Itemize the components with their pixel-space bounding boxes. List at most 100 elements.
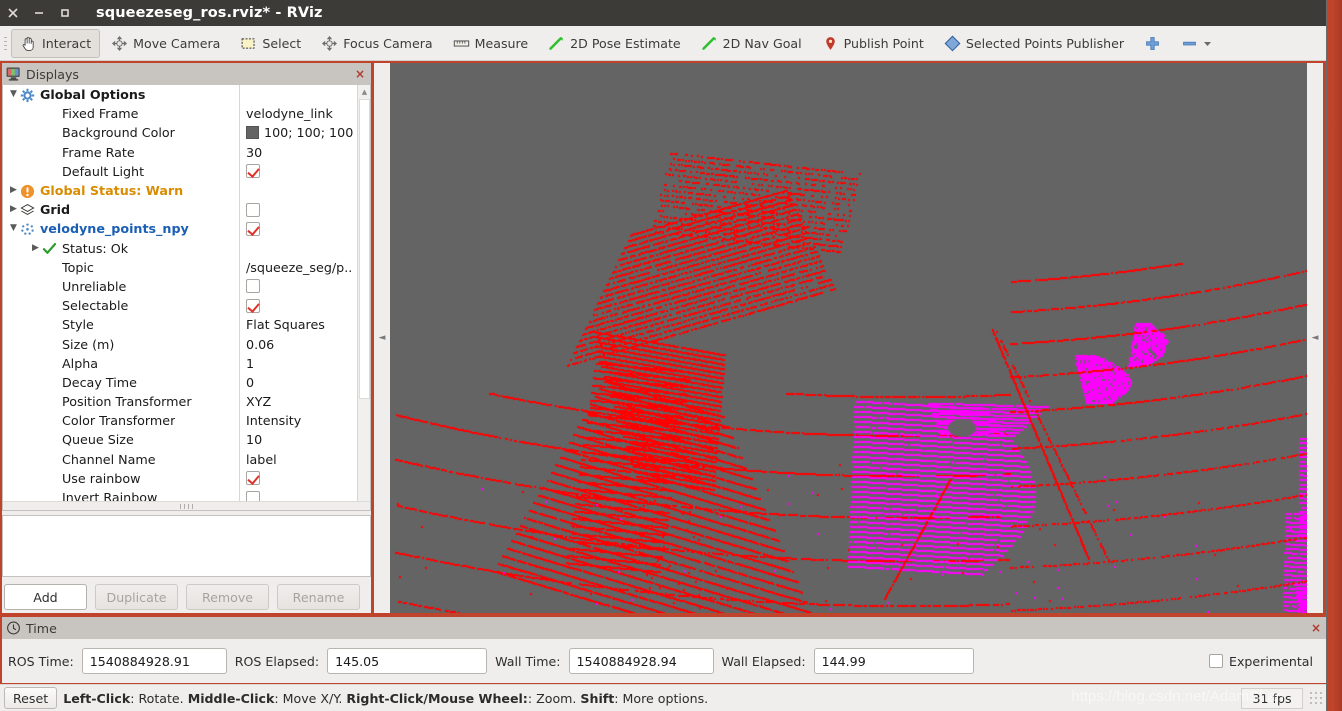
chevron-down-icon[interactable]: ▼	[7, 222, 20, 235]
display-row-fixed-frame[interactable]: Fixed Frame velodyne_link	[3, 104, 370, 124]
rename-button[interactable]: Rename	[277, 584, 360, 610]
display-row-value[interactable]: Flat Squares	[239, 315, 370, 335]
color-swatch[interactable]	[246, 126, 259, 140]
tool-publish-point[interactable]: Publish Point	[813, 29, 933, 58]
display-row-value[interactable]: 1	[239, 353, 370, 373]
collapse-right-handle[interactable]: ◄	[1307, 63, 1323, 613]
resize-grip[interactable]	[1309, 691, 1323, 705]
experimental-checkbox[interactable]	[1209, 654, 1224, 668]
close-icon[interactable]: ×	[353, 67, 367, 81]
checkbox[interactable]	[246, 279, 260, 294]
display-row-queue-size[interactable]: Queue Size 10	[3, 430, 370, 450]
display-row-alpha[interactable]: Alpha 1	[3, 353, 370, 373]
experimental-checkbox-group[interactable]: Experimental	[1209, 654, 1321, 669]
checkbox[interactable]	[246, 202, 260, 217]
display-row-channel-name[interactable]: Channel Name label	[3, 449, 370, 469]
display-row-value[interactable]	[239, 468, 370, 488]
no-icon	[42, 260, 57, 274]
display-row-decay-time[interactable]: Decay Time 0	[3, 372, 370, 392]
checkbox[interactable]	[246, 221, 260, 236]
display-row-value	[239, 238, 370, 258]
display-row-value[interactable]: 100; 100; 100	[239, 123, 370, 143]
display-row-value	[239, 85, 370, 105]
tool-measure[interactable]: Measure	[444, 29, 538, 58]
3d-render-view[interactable]	[390, 63, 1307, 613]
ros-time-input[interactable]: 1540884928.91	[81, 648, 227, 674]
ros-elapsed-input[interactable]: 145.05	[327, 648, 488, 674]
monitor-icon	[6, 67, 20, 81]
toolbar-drag-handle[interactable]	[0, 26, 10, 61]
display-row-value[interactable]: 10	[239, 430, 370, 450]
display-row-value[interactable]	[239, 161, 370, 181]
chevron-right-icon[interactable]: ▶	[7, 184, 20, 197]
display-row-value[interactable]: /squeeze_seg/p..	[239, 257, 370, 277]
display-row-value[interactable]: XYZ	[239, 392, 370, 412]
close-icon[interactable]: ×	[1309, 621, 1323, 635]
display-row-value[interactable]	[239, 276, 370, 297]
scroll-up-icon[interactable]: ▲	[358, 85, 370, 98]
tool-move-camera[interactable]: Move Camera	[102, 29, 229, 58]
display-row-topic[interactable]: Topic/squeeze_seg/p..	[3, 257, 370, 277]
duplicate-button[interactable]: Duplicate	[95, 584, 178, 610]
display-row-frame-rate[interactable]: Frame Rate 30	[3, 142, 370, 162]
display-row-status-ok[interactable]: ▶ Status: Ok	[3, 238, 370, 258]
display-row-selectable[interactable]: Selectable	[3, 296, 370, 316]
point-cloud-canvas[interactable]	[390, 63, 1307, 613]
checkbox[interactable]	[246, 471, 260, 486]
display-row-value[interactable]: 0	[239, 372, 370, 392]
chevron-right-icon[interactable]: ▶	[29, 242, 42, 255]
add-button[interactable]: Add	[4, 584, 87, 610]
display-row-global-status-warn[interactable]: ▶ Global Status: Warn	[3, 180, 370, 201]
display-row-value[interactable]	[239, 200, 370, 220]
display-row-value[interactable]: Intensity	[239, 411, 370, 431]
display-row-value[interactable]: label	[239, 449, 370, 469]
collapse-left-handle[interactable]: ◄	[374, 63, 390, 613]
checkbox[interactable]	[246, 164, 260, 179]
chevron-down-icon[interactable]	[1203, 39, 1212, 48]
minimize-icon[interactable]	[26, 0, 52, 26]
reset-button[interactable]: Reset	[4, 687, 58, 709]
tree-horizontal-scrollbar[interactable]	[3, 501, 370, 510]
checkbox[interactable]	[246, 298, 260, 313]
time-panel-header: Time ×	[2, 617, 1327, 639]
chevron-right-icon[interactable]: ▶	[7, 203, 20, 216]
display-row-color-transformer[interactable]: Color Transformer Intensity	[3, 411, 370, 431]
display-row-velodyne-points-npy[interactable]: ▼ velodyne_points_npy	[3, 219, 370, 239]
tool-2d-nav-goal[interactable]: 2D Nav Goal	[692, 29, 811, 58]
tool-selected-points-publisher[interactable]: Selected Points Publisher	[935, 29, 1133, 58]
display-row-value[interactable]	[239, 296, 370, 316]
display-row-background-color[interactable]: Background Color 100; 100; 100	[3, 123, 370, 143]
display-row-value[interactable]: 0.06	[239, 334, 370, 354]
display-row-unreliable[interactable]: Unreliable	[3, 276, 370, 297]
display-row-value[interactable]: 30	[239, 142, 370, 162]
display-row-style[interactable]: Style Flat Squares	[3, 315, 370, 335]
display-row-value[interactable]: velodyne_link	[239, 104, 370, 124]
display-row-value[interactable]	[239, 219, 370, 239]
display-row-use-rainbow[interactable]: Use rainbow	[3, 468, 370, 488]
tool-select[interactable]: Select	[231, 29, 310, 58]
displays-panel-title: Displays	[26, 66, 79, 82]
display-row-label: Unreliable	[62, 278, 127, 294]
tool-interact[interactable]: Interact	[11, 28, 101, 58]
time-fields-row: ROS Time: 1540884928.91 ROS Elapsed: 145…	[2, 639, 1327, 683]
value-text: velodyne_link	[246, 106, 333, 122]
add-tool-button[interactable]	[1135, 29, 1170, 58]
wall-time-input[interactable]: 1540884928.94	[568, 648, 714, 674]
display-row-size-m[interactable]: Size (m) 0.06	[3, 334, 370, 354]
chevron-down-icon[interactable]: ▼	[7, 88, 20, 101]
tool-2d-pose-estimate[interactable]: 2D Pose Estimate	[539, 29, 690, 58]
close-icon[interactable]	[0, 0, 26, 26]
scrollbar-thumb[interactable]	[359, 99, 370, 399]
tool-focus-camera[interactable]: Focus Camera	[312, 29, 441, 58]
remove-tool-button[interactable]	[1172, 29, 1221, 58]
tree-vertical-scrollbar[interactable]: ▲ ▼	[357, 85, 370, 510]
green-arrow-icon	[701, 36, 716, 50]
display-row-global-options[interactable]: ▼ Global Options	[3, 85, 370, 105]
wall-elapsed-input[interactable]: 144.99	[813, 648, 974, 674]
maximize-icon[interactable]	[52, 0, 78, 26]
remove-button[interactable]: Remove	[186, 584, 269, 610]
display-row-grid[interactable]: ▶ Grid	[3, 200, 370, 220]
display-row-position-transformer[interactable]: Position Transformer XYZ	[3, 392, 370, 412]
display-row-default-light[interactable]: Default Light	[3, 161, 370, 181]
displays-tree[interactable]: ▼ Global Options Fixed Frame velodyne_link B…	[3, 85, 370, 510]
